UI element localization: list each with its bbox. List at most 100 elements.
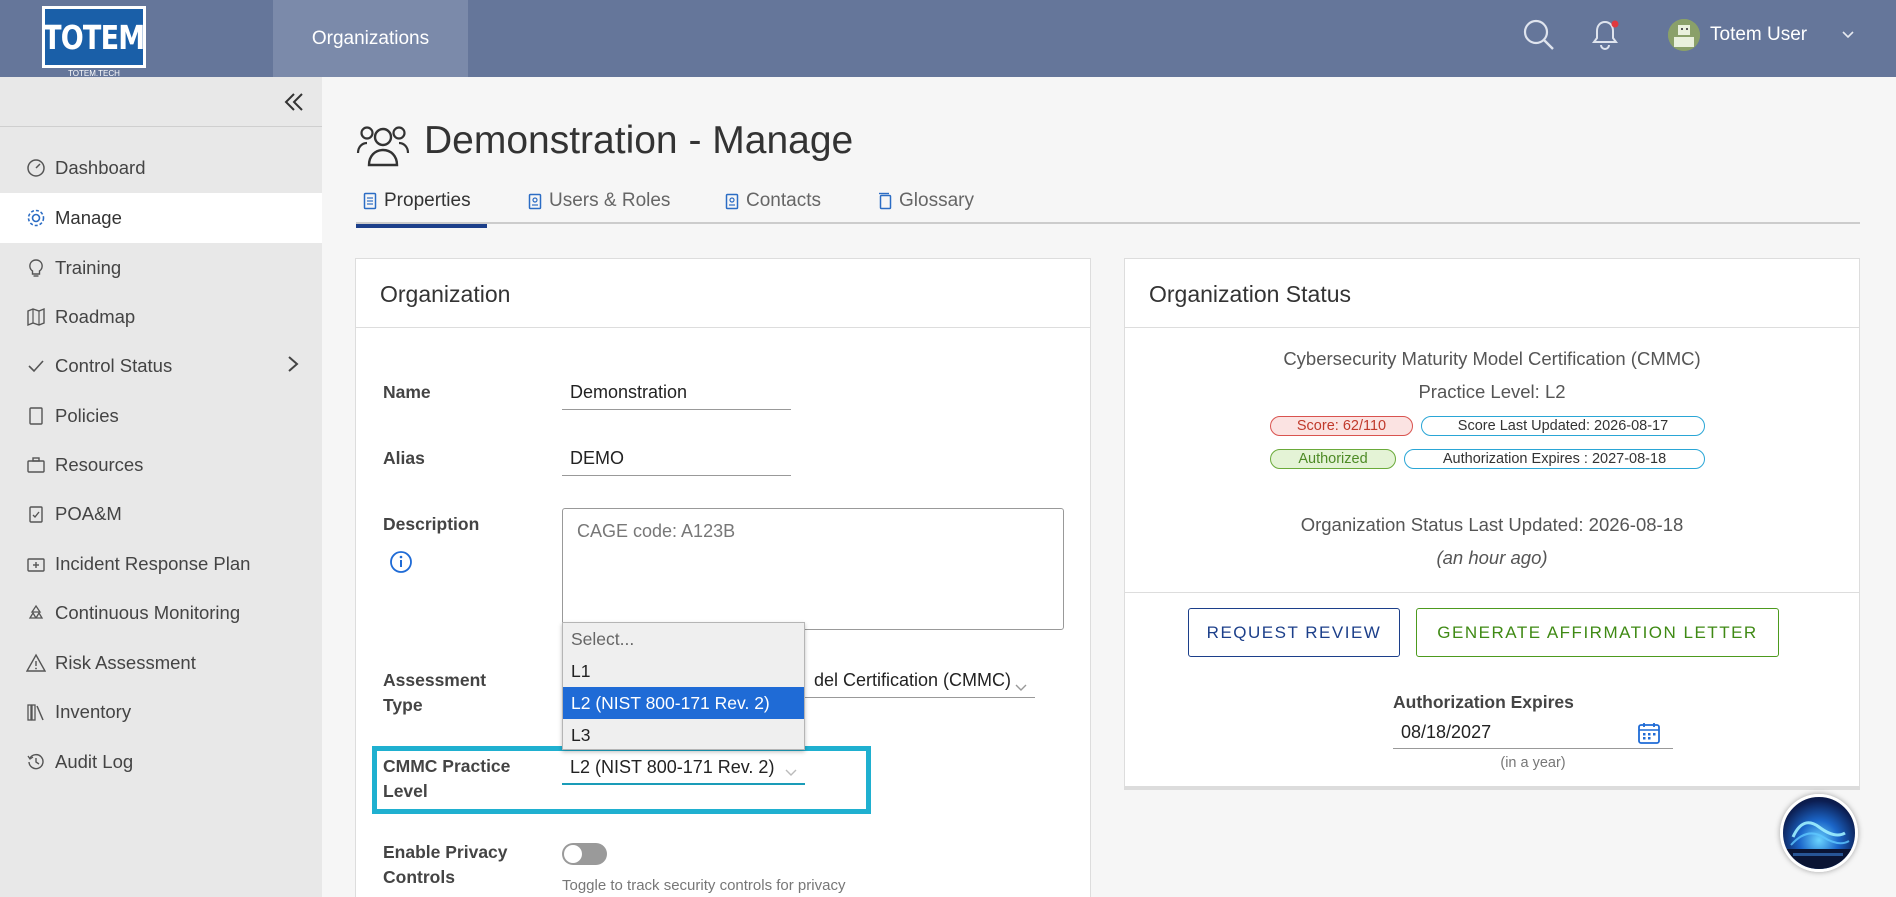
status-last-updated: Organization Status Last Updated: 2026-0… (1300, 514, 1684, 535)
cmmc-practice-level-value: L2 (NIST 800-171 Rev. 2) (570, 756, 775, 777)
assistant-floating-button[interactable] (1780, 794, 1858, 872)
id-badge-icon (725, 192, 739, 216)
sidebar-item-manage[interactable]: Manage (0, 193, 322, 243)
collapse-sidebar-icon[interactable] (282, 90, 306, 119)
tab-bar: Properties Users & Roles Contacts Glossa… (356, 186, 1860, 228)
sidebar-item-incident-response-plan[interactable]: Incident Response Plan (0, 539, 322, 589)
name-input[interactable]: Demonstration (562, 376, 791, 410)
alias-label: Alias (383, 448, 425, 468)
document-icon (25, 405, 47, 427)
dropdown-option[interactable]: L2 (NIST 800-171 Rev. 2) (563, 687, 804, 719)
chevron-right-icon (286, 354, 300, 379)
sidebar-item-training[interactable]: Training (0, 243, 322, 293)
copy-icon (878, 192, 892, 216)
description-textarea[interactable]: CAGE code: A123B (562, 508, 1064, 630)
sidebar-item-label: Audit Log (55, 751, 134, 772)
sidebar-item-label: Dashboard (55, 157, 146, 178)
sidebar-item-resources[interactable]: Resources (0, 440, 322, 490)
sidebar-item-audit-log[interactable]: Audit Log (0, 737, 322, 787)
assessment-label-line1: Assessment (383, 670, 487, 690)
cmmc-practice-level-label: CMMC Practice Level (383, 754, 510, 804)
sidebar-item-poam[interactable]: POA&M (0, 489, 322, 539)
id-badge-icon (528, 192, 542, 216)
divider (1125, 327, 1859, 328)
sidebar-item-continuous-monitoring[interactable]: Continuous Monitoring (0, 588, 322, 638)
chevron-down-icon (1015, 676, 1027, 697)
sidebar-item-label: Roadmap (55, 306, 136, 327)
first-aid-icon (25, 553, 47, 575)
authorization-expires-badge: Authorization Expires : 2027-08-18 (1404, 449, 1705, 469)
chevron-down-icon (1841, 24, 1855, 46)
top-navbar: TOTEM TOTEM.TECH Organizations Totem Use… (0, 0, 1896, 78)
authorization-expires-input[interactable]: 08/18/2027 (1393, 716, 1673, 749)
user-menu[interactable]: Totem User (1668, 17, 1855, 53)
privacy-label-line1: Enable Privacy (383, 842, 508, 862)
score-updated-badge: Score Last Updated: 2026-08-17 (1421, 416, 1705, 436)
logo-box: TOTEM (42, 6, 146, 68)
generate-affirmation-letter-button[interactable]: GENERATE AFFIRMATION LETTER (1416, 608, 1779, 657)
sidebar-item-roadmap[interactable]: Roadmap (0, 292, 322, 342)
practice-level-dropdown: Select... L1 L2 (NIST 800-171 Rev. 2) L3 (562, 622, 805, 750)
sidebar-item-dashboard[interactable]: Dashboard (0, 143, 322, 193)
tab-label: Properties (384, 190, 471, 211)
sidebar-item-label: Continuous Monitoring (55, 602, 241, 623)
sidebar-item-control-status[interactable]: Control Status (0, 341, 322, 391)
name-label: Name (383, 382, 431, 402)
relative-time: (an hour ago) (1436, 547, 1548, 568)
cmmc-practice-level-select[interactable]: L2 (NIST 800-171 Rev. 2) (562, 751, 805, 785)
assessment-type-value: del Certification (CMMC) (813, 670, 1011, 690)
lightbulb-icon (25, 257, 47, 279)
document-icon (363, 192, 377, 216)
speedometer-icon (25, 157, 47, 179)
assessment-type-label: Assessment Type (383, 668, 486, 718)
sidebar-item-policies[interactable]: Policies (0, 391, 322, 441)
framework-name: Cybersecurity Maturity Model Certificati… (1283, 348, 1701, 369)
nav-organizations[interactable]: Organizations (273, 0, 468, 77)
tab-contacts[interactable]: Contacts (725, 190, 821, 224)
tab-users-roles[interactable]: Users & Roles (528, 190, 670, 224)
chevron-down-icon (785, 761, 797, 782)
authorization-expires-hint: (in a year) (1500, 755, 1566, 771)
practice-level-text: Practice Level: L2 (1418, 381, 1566, 402)
sidebar-collapse-row (0, 77, 322, 127)
sidebar-item-label: Control Status (55, 355, 173, 376)
history-icon (25, 751, 47, 773)
sidebar-item-label: Manage (55, 207, 122, 228)
books-icon (25, 701, 47, 723)
dropdown-option[interactable]: Select... (563, 623, 804, 655)
assessment-label-line2: Type (383, 695, 423, 715)
sidebar-item-label: Inventory (55, 701, 132, 722)
card-title: Organization Status (1149, 281, 1352, 307)
tab-label: Contacts (746, 190, 821, 211)
dropdown-option[interactable]: L3 (563, 719, 804, 751)
map-icon (25, 306, 47, 328)
calendar-icon[interactable] (1637, 721, 1661, 750)
tab-label: Users & Roles (549, 190, 671, 211)
gear-icon (25, 207, 47, 229)
clipboard-check-icon (25, 503, 47, 525)
request-review-button[interactable]: REQUEST REVIEW (1188, 608, 1400, 657)
cmmc-label-line1: CMMC Practice (383, 756, 511, 776)
notification-bell-icon[interactable] (1588, 18, 1622, 57)
warning-icon (25, 652, 47, 674)
search-icon[interactable] (1522, 18, 1556, 57)
tab-glossary[interactable]: Glossary (878, 190, 974, 224)
sidebar-item-risk-assessment[interactable]: Risk Assessment (0, 638, 322, 688)
avatar (1668, 19, 1700, 51)
alias-input[interactable]: DEMO (562, 442, 791, 476)
privacy-controls-toggle[interactable] (562, 843, 607, 865)
tab-properties[interactable]: Properties (356, 190, 487, 228)
tab-label: Glossary (899, 190, 974, 211)
sidebar-item-label: Risk Assessment (55, 652, 196, 673)
aurora-icon (1783, 821, 1855, 869)
dropdown-option[interactable]: L1 (563, 655, 804, 687)
info-icon[interactable] (389, 550, 413, 579)
sidebar-item-label: Resources (55, 454, 144, 475)
users-group-icon (356, 120, 410, 175)
score-badge: Score: 62/110 (1270, 416, 1413, 436)
sidebar-item-label: POA&M (55, 503, 122, 524)
sidebar-item-inventory[interactable]: Inventory (0, 687, 322, 737)
card-title: Organization (380, 281, 511, 307)
recycle-icon (25, 602, 47, 624)
totem-logo[interactable]: TOTEM TOTEM.TECH (42, 6, 146, 78)
